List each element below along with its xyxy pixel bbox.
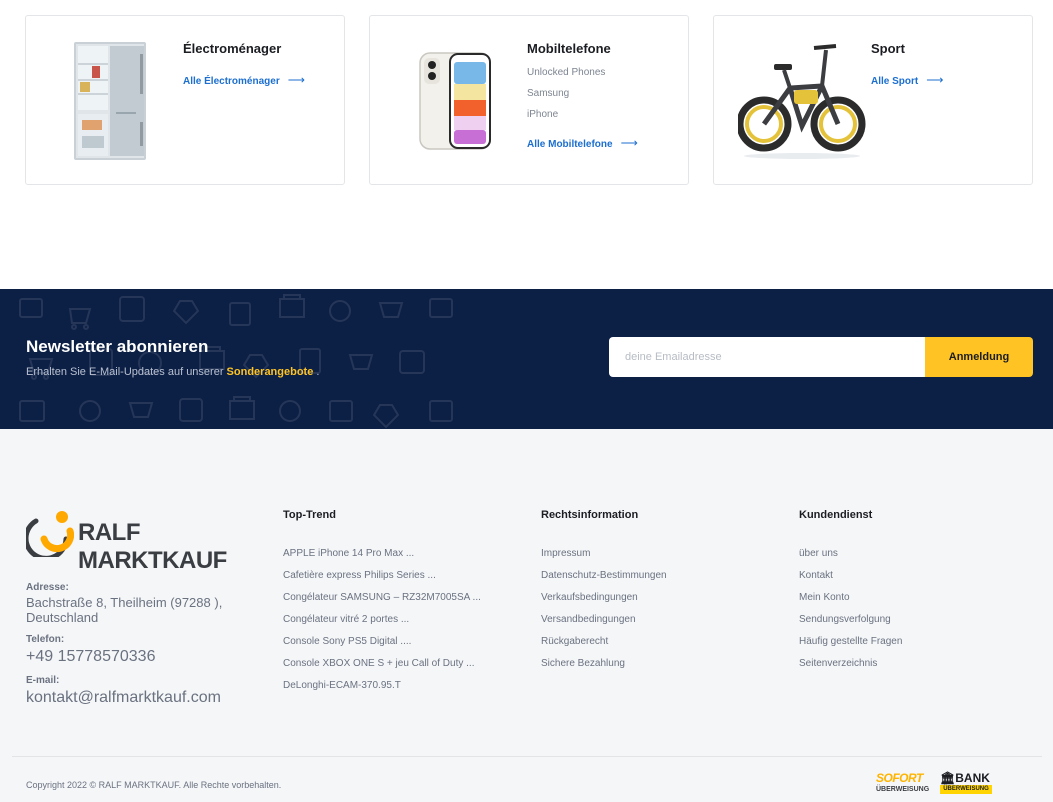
footer-link[interactable]: Cafetière express Philips Series ... [283, 570, 481, 592]
shopping-pattern-decoration [19, 294, 453, 429]
newsletter-section: Newsletter abonnieren Erhalten Sie E-Mai… [0, 289, 1053, 429]
column-heading: Rechtsinformation [541, 509, 639, 521]
bank-transfer-logo: 🏛BANK ÜBERWEISUNG [940, 772, 992, 796]
footer-link[interactable]: Mein Konto [799, 592, 902, 614]
category-card-mobiltelefone[interactable]: Mobiltelefone Unlocked Phones Samsung iP… [369, 15, 689, 185]
more-link-label: Alle Mobiltelefone [527, 139, 613, 150]
footer-link[interactable]: Console XBOX ONE S + jeu Call of Duty ..… [283, 658, 481, 680]
sofort-sub-label: ÜBERWEISUNG [876, 786, 930, 793]
sub-category-iphone[interactable]: iPhone [527, 109, 558, 120]
footer-link[interactable]: Seitenverzeichnis [799, 658, 902, 680]
more-link-label: Alle Électroménager [183, 76, 280, 87]
column-heading: Top-Trend [283, 509, 336, 521]
footer-link[interactable]: Congélateur vitré 2 portes ... [283, 614, 481, 636]
column-heading: Kundendienst [799, 509, 873, 521]
phone-label: Telefon: [26, 634, 65, 645]
newsletter-description: Erhalten Sie E-Mail-Updates auf unserer … [26, 366, 319, 378]
smartphone-image [400, 36, 530, 166]
sub-category-unlocked-phones[interactable]: Unlocked Phones [527, 67, 605, 78]
special-offers-link[interactable]: Sonderangebote [227, 366, 314, 378]
newsletter-form: Anmeldung [609, 337, 1033, 377]
footer-link[interactable]: Datenschutz-Bestimmungen [541, 570, 667, 592]
footer-link[interactable]: Verkaufsbedingungen [541, 592, 667, 614]
subscribe-button[interactable]: Anmeldung [925, 337, 1033, 377]
footer-link[interactable]: Impressum [541, 548, 667, 570]
bank-icon: 🏛 [940, 771, 956, 785]
brand-name: RALF MARKTKAUF [78, 519, 227, 574]
site-footer: RALF MARKTKAUF Adresse: Bachstraße 8, Th… [0, 429, 1053, 802]
footer-link[interactable]: Kontakt [799, 570, 902, 592]
footer-link[interactable]: Versandbedingungen [541, 614, 667, 636]
footer-link[interactable]: DeLonghi-ECAM-370.95.T [283, 680, 481, 702]
brand-logo[interactable]: RALF MARKTKAUF [26, 509, 266, 574]
email-input[interactable] [609, 337, 925, 377]
fridge-image [56, 36, 186, 166]
category-title[interactable]: Mobiltelefone [527, 41, 611, 56]
sub-category-samsung[interactable]: Samsung [527, 88, 569, 99]
footer-column-rechtsinformation: Rechtsinformation Impressum Datenschutz-… [541, 509, 667, 680]
arrow-right-icon: ⟶ [620, 136, 638, 150]
bank-sub-label: ÜBERWEISUNG [940, 785, 992, 794]
address-label: Adresse: [26, 582, 69, 593]
arrow-right-icon: ⟶ [287, 73, 305, 87]
address-value: Bachstraße 8, Theilheim (97288 ), Deutsc… [26, 595, 223, 625]
logo-mark-icon [26, 511, 74, 557]
footer-link[interactable]: Häufig gestellte Fragen [799, 636, 902, 658]
newsletter-suffix: . [316, 366, 320, 378]
footer-link[interactable]: Rückgaberecht [541, 636, 667, 658]
all-mobiltelefone-link[interactable]: Alle Mobiltelefone ⟶ [527, 136, 638, 150]
footer-link[interactable]: über uns [799, 548, 902, 570]
category-cards: Électroménager Alle Électroménager ⟶ Mobi… [25, 15, 1033, 185]
footer-column-top-trend: Top-Trend APPLE iPhone 14 Pro Max ... Ca… [283, 509, 481, 702]
category-title[interactable]: Électroménager [183, 41, 281, 56]
bank-label: 🏛BANK [940, 772, 992, 784]
footer-link[interactable]: Console Sony PS5 Digital .... [283, 636, 481, 658]
newsletter-text: Erhalten Sie E-Mail-Updates auf unserer [26, 366, 224, 378]
bank-label-text: BANK [955, 771, 990, 785]
footer-link[interactable]: Congélateur SAMSUNG – RZ32M7005SA ... [283, 592, 481, 614]
footer-column-kundendienst: Kundendienst über uns Kontakt Mein Konto… [799, 509, 902, 680]
all-sport-link[interactable]: Alle Sport ⟶ [871, 73, 943, 87]
sofort-label: SOFORT [876, 771, 923, 785]
category-card-electromenager[interactable]: Électroménager Alle Électroménager ⟶ [25, 15, 345, 185]
arrow-right-icon: ⟶ [926, 73, 944, 87]
category-title[interactable]: Sport [871, 41, 905, 56]
footer-divider [12, 756, 1042, 757]
category-card-sport[interactable]: Sport Alle Sport ⟶ [713, 15, 1033, 185]
email-label: E-mail: [26, 675, 60, 686]
phone-value[interactable]: +49 15778570336 [26, 648, 155, 666]
footer-link[interactable]: APPLE iPhone 14 Pro Max ... [283, 548, 481, 570]
newsletter-title: Newsletter abonnieren [26, 337, 209, 356]
e-bike-image [736, 36, 868, 166]
email-value[interactable]: kontakt@ralfmarktkauf.com [26, 689, 221, 707]
sofort-payment-logo: SOFORT ÜBERWEISUNG [876, 772, 936, 796]
footer-link[interactable]: Sichere Bezahlung [541, 658, 667, 680]
footer-link[interactable]: Sendungsverfolgung [799, 614, 902, 636]
copyright-text: Copyright 2022 © RALF MARKTKAUF. Alle Re… [26, 780, 282, 790]
all-electromenager-link[interactable]: Alle Électroménager ⟶ [183, 73, 305, 87]
more-link-label: Alle Sport [871, 76, 919, 87]
